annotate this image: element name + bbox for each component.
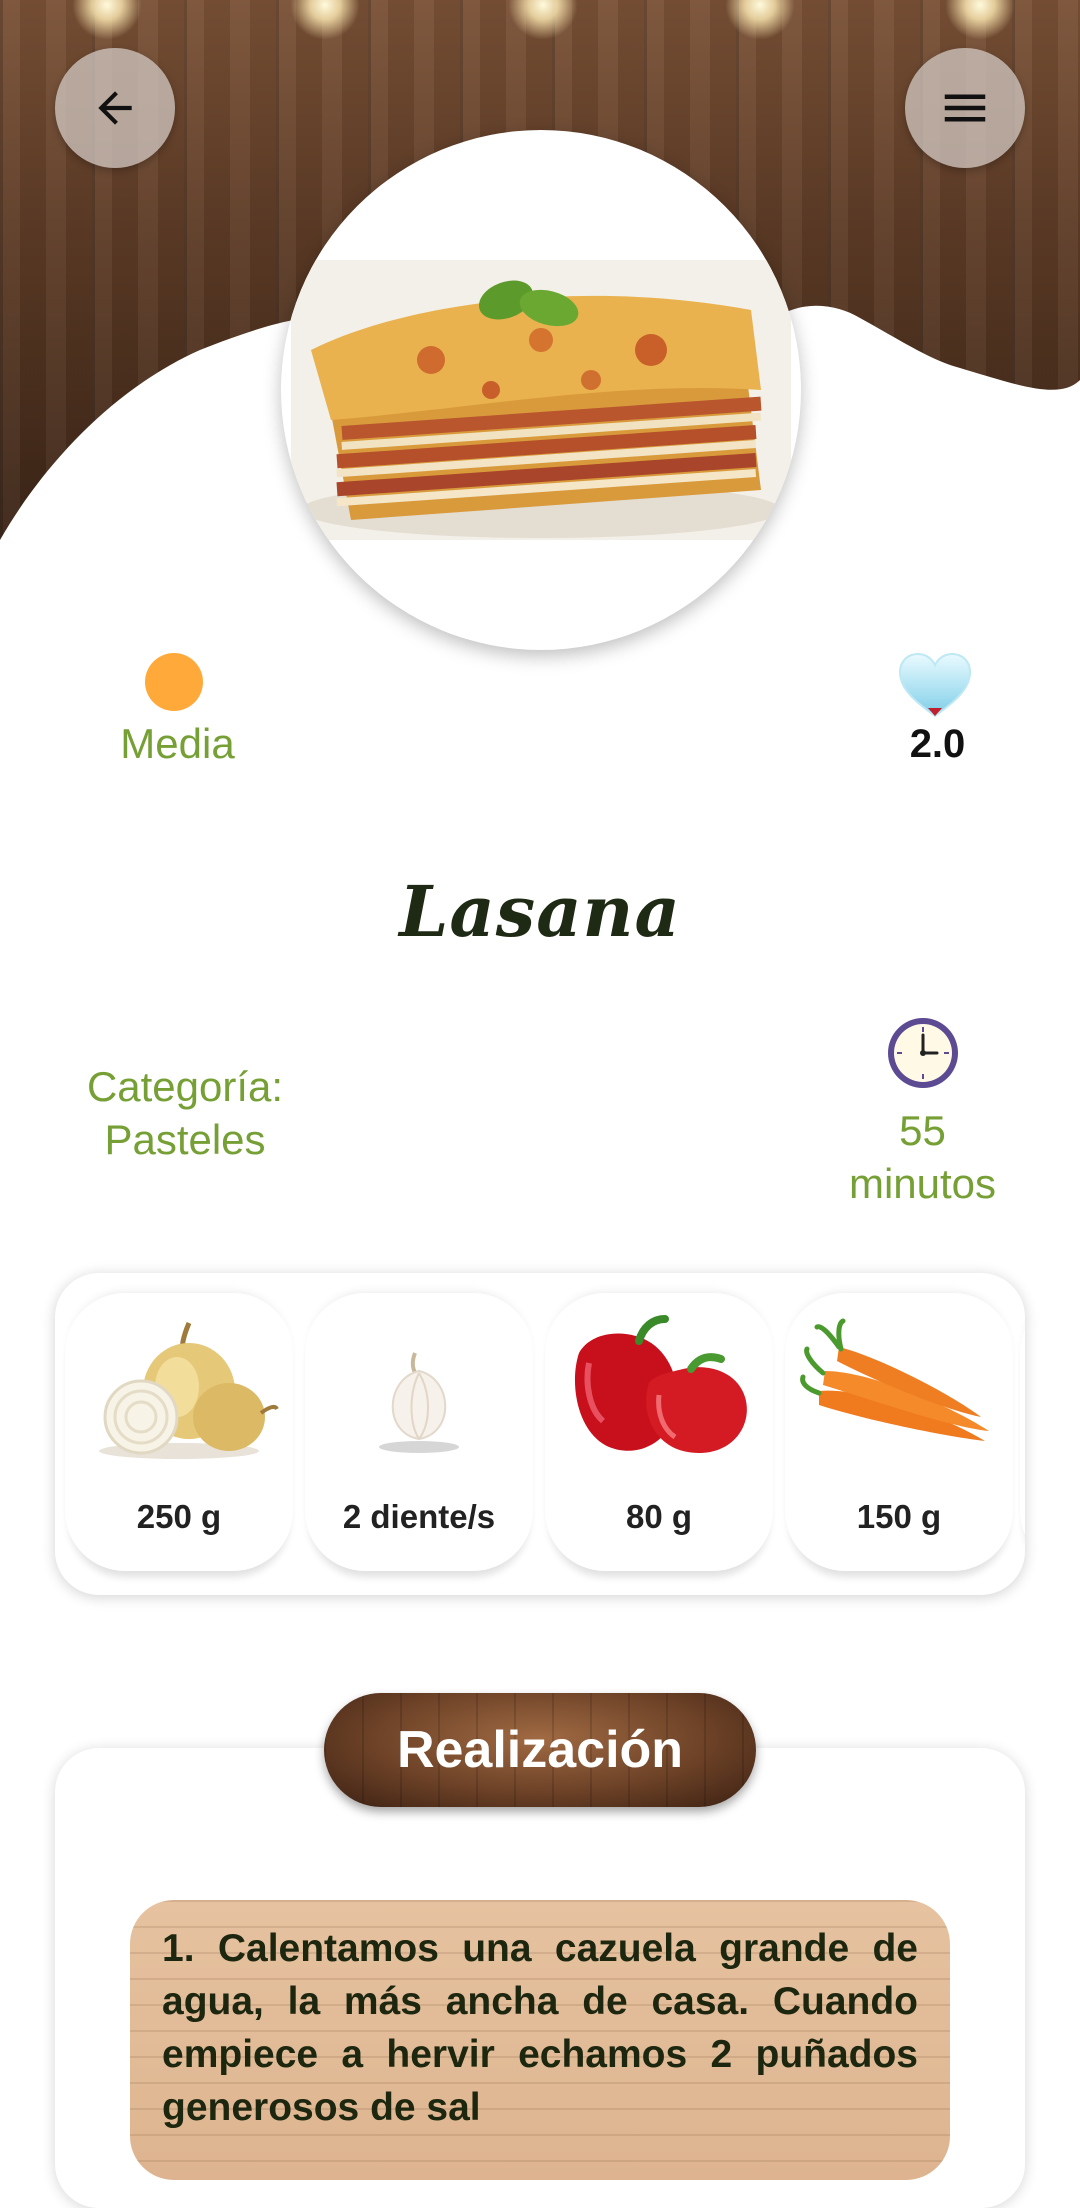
- back-button[interactable]: [55, 48, 175, 168]
- menu-button[interactable]: [905, 48, 1025, 168]
- difficulty-label: Media: [120, 720, 235, 767]
- ingredient-card[interactable]: [1020, 1293, 1025, 1571]
- step-item: 1. Calentamos una cazuela grande de agua…: [130, 1900, 950, 2180]
- category-label: Categoría:: [86, 1063, 284, 1110]
- time-value: 55: [899, 1107, 946, 1154]
- recipe-image: [281, 130, 801, 650]
- category-info: Categoría: Pasteles: [60, 1060, 310, 1166]
- step-text: 1. Calentamos una cazuela grande de agua…: [162, 1927, 918, 2129]
- ingredients-list[interactable]: 250 g 2 diente/s 80 g 150 g: [55, 1273, 1025, 1595]
- clock-icon: [888, 1018, 958, 1088]
- carrot-icon: [800, 1318, 989, 1441]
- difficulty-indicator: [145, 653, 203, 711]
- ingredient-quantity: 2 diente/s: [342, 1498, 496, 1535]
- heart-meter-icon: [898, 652, 972, 718]
- category-value: Pasteles: [104, 1116, 266, 1163]
- ingredient-card[interactable]: 2 diente/s: [305, 1293, 533, 1571]
- onion-icon: [99, 1322, 279, 1459]
- recipe-title: Lasana: [399, 870, 681, 953]
- cooking-time: 55 minutos: [820, 1104, 1025, 1210]
- ingredient-quantity: 80 g: [625, 1498, 693, 1535]
- realizacion-button[interactable]: Realización: [324, 1693, 756, 1807]
- arrow-left-icon: [98, 91, 132, 125]
- garlic-icon: [379, 1352, 459, 1453]
- ingredient-quantity: 150 g: [856, 1498, 942, 1535]
- score-value: 2.0: [909, 722, 966, 766]
- time-unit: minutos: [848, 1160, 997, 1207]
- lasagna-image: [291, 260, 791, 540]
- ingredient-quantity: 250 g: [136, 1498, 222, 1535]
- ingredient-card[interactable]: 150 g: [785, 1293, 1013, 1571]
- ingredient-card[interactable]: 250 g: [65, 1293, 293, 1571]
- ingredient-card[interactable]: 80 g: [545, 1293, 773, 1571]
- hamburger-menu-icon: [944, 94, 986, 122]
- red-pepper-icon: [574, 1315, 747, 1453]
